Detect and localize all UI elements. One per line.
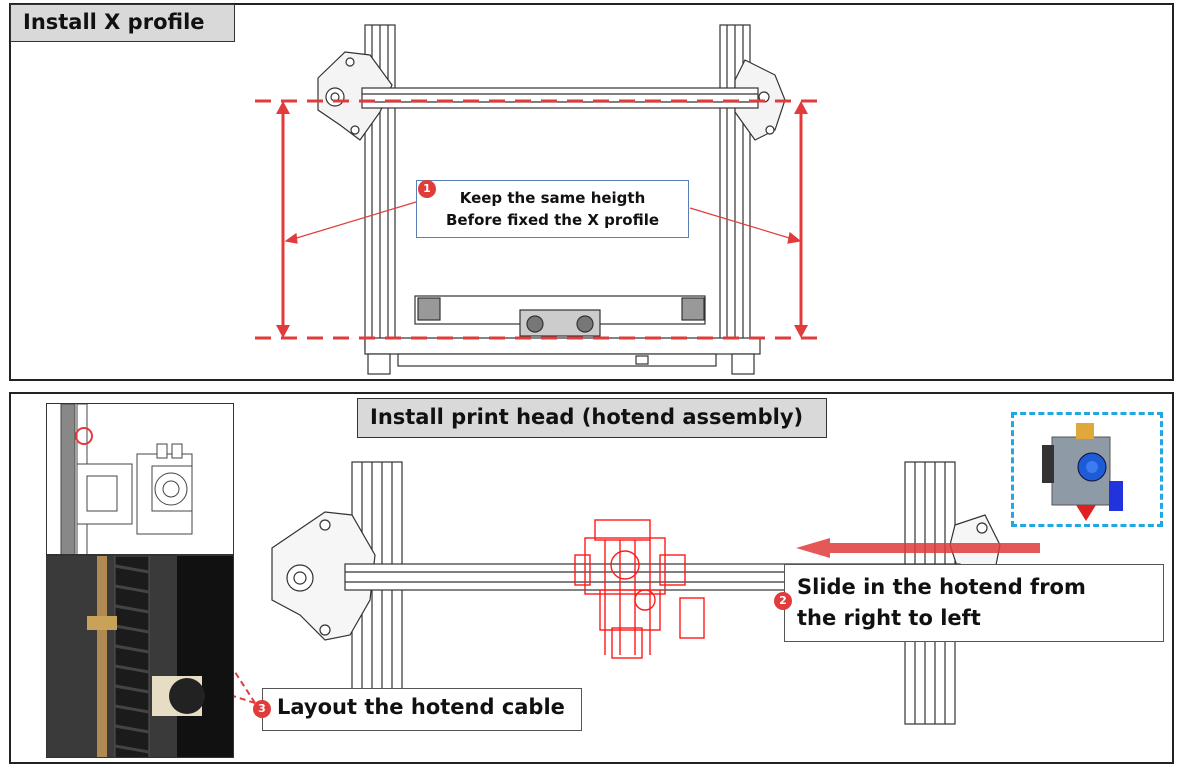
callout2-line-1: Slide in the hotend from: [797, 575, 1086, 599]
section-title-install-print-head: Install print head (hotend assembly): [357, 398, 827, 438]
hotend-cable-callout: Layout the hotend cable: [262, 688, 582, 731]
inset-line-drawing: [60, 404, 193, 554]
cable-layout-drawing-inset: [46, 403, 234, 555]
step-badge-3: 3: [253, 700, 271, 718]
slide-hotend-callout: Slide in the hotend from the right to le…: [784, 564, 1164, 642]
inset-photo-render: [47, 556, 233, 757]
cable-layout-photo-inset: [46, 555, 234, 758]
step-badge-2: 2: [774, 592, 792, 610]
callout2-line-2: the right to left: [797, 606, 981, 630]
hotend-render: [1042, 423, 1123, 521]
hotend-reference-image: [1011, 412, 1163, 527]
